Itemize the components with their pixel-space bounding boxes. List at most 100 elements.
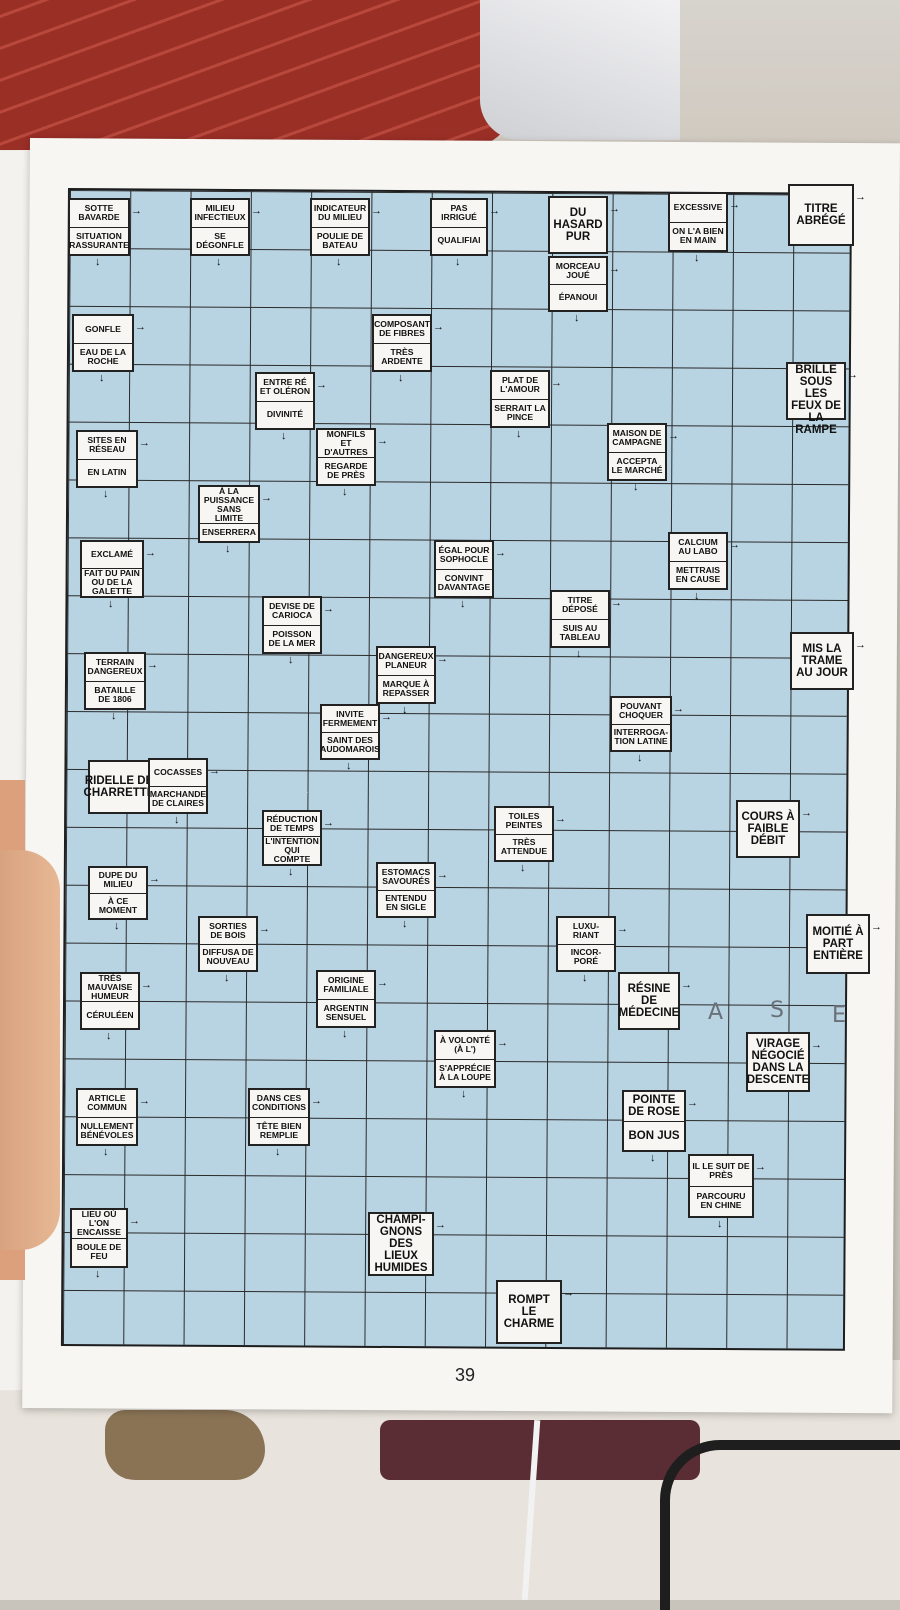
arrow-right-icon: →: [687, 1097, 698, 1109]
clue-box: TRÈS MAUVAISE HUMEUR CÉRULÉEN: [80, 972, 140, 1030]
clue-text: EN LATIN: [78, 458, 136, 487]
arrow-right-icon: →: [609, 203, 620, 215]
clue-text: MARCHANDE DE CLAIRES: [150, 785, 206, 813]
arrow-right-icon: →: [139, 1095, 150, 1107]
arrow-right-icon: →: [371, 205, 382, 217]
clue-text: SE DÉGONFLE: [192, 226, 248, 255]
clue-text: INVITE FERMEMENT: [322, 708, 378, 728]
clue-text: SERRAIT LA PINCE: [492, 398, 548, 427]
clue-text: COCASSES: [153, 767, 203, 778]
clue-text: MAISON DE CAMPAGNE: [612, 428, 662, 448]
arrow-down-icon: ↓: [225, 543, 231, 555]
arrow-right-icon: →: [381, 711, 392, 723]
arrow-down-icon: ↓: [342, 1028, 348, 1040]
clue-box: PLAT DE L'AMOUR SERRAIT LA PINCE: [490, 370, 550, 428]
clue-text: BATAILLE DE 1806: [86, 680, 144, 709]
arrow-right-icon: →: [437, 653, 448, 665]
bag: [380, 1420, 700, 1480]
arrow-right-icon: →: [555, 813, 566, 825]
clue-box: À LA PUISSANCE SANS LIMITE ENSERRERA: [198, 485, 260, 543]
clue-text: RIDELLE DE CHARRETTE: [83, 774, 155, 799]
clue-text: DIVINITÉ: [257, 400, 313, 429]
handwritten-letter: S: [770, 998, 784, 1023]
clue-box: MIS LA TRAME AU JOUR: [790, 632, 854, 690]
arrow-right-icon: →: [209, 765, 220, 777]
arrow-right-icon: →: [617, 923, 628, 935]
arrow-down-icon: ↓: [111, 710, 117, 722]
clue-text: RÉDUCTION DE TEMPS: [266, 813, 318, 833]
arrow-down-icon: ↓: [516, 428, 522, 440]
clue-text: À CE MOMENT: [90, 892, 146, 919]
clue-text: POUVANT CHOQUER: [619, 700, 663, 720]
thumb: [0, 850, 60, 1250]
clue-text: DANS CES CONDITIONS: [252, 1093, 306, 1113]
clue-text: ÉPANOUI: [550, 283, 606, 311]
clue-box: EXCLAMÉ FAIT DU PAIN OU DE LA GALETTE: [80, 540, 144, 598]
clue-text: SITUATION RASSURANTE: [69, 226, 129, 255]
clue-text: ENSERRERA: [200, 523, 258, 541]
clue-text: MARQUE À REPASSER: [378, 674, 434, 703]
arrow-down-icon: ↓: [576, 648, 582, 660]
arrow-right-icon: →: [377, 977, 388, 989]
clue-text: FAIT DU PAIN OU DE LA GALETTE: [82, 567, 142, 596]
clue-text: TÊTE BIEN REMPLIE: [250, 1116, 308, 1145]
shoe: [105, 1410, 265, 1480]
arrow-down-icon: ↓: [103, 1146, 109, 1158]
arrow-down-icon: ↓: [103, 488, 109, 500]
clue-text: SOTTE BAVARDE: [78, 203, 120, 223]
clue-box: MAISON DE CAMPAGNE ACCEPTA LE MARCHÉ: [607, 423, 667, 481]
arrow-right-icon: →: [323, 603, 334, 615]
clue-text: IL LE SUIT DE PRÈS: [692, 1160, 750, 1180]
arrow-down-icon: ↓: [224, 972, 230, 984]
clue-box: À VOLONTÉ (À L') S'APPRÉCIE À LA LOUPE: [434, 1030, 496, 1088]
clue-box: TERRAIN DANGEREUX BATAILLE DE 1806: [84, 652, 146, 710]
clue-text: ENTRE RÉ ET OLÉRON: [259, 377, 311, 397]
arrow-right-icon: →: [433, 321, 444, 333]
clue-text: DANGEREUX PLANEUR: [378, 651, 434, 671]
arrow-down-icon: ↓: [174, 814, 180, 826]
arrow-down-icon: ↓: [633, 481, 639, 493]
arrow-down-icon: ↓: [216, 256, 222, 268]
arrow-down-icon: ↓: [582, 972, 588, 984]
clue-box: ORIGINE FAMILIALE ARGENTIN SENSUEL: [316, 970, 376, 1028]
arrow-right-icon: →: [323, 817, 334, 829]
clue-box: EXCESSIVE ON L'A BIEN EN MAIN: [668, 192, 728, 252]
clue-text: À VOLONTÉ (À L'): [439, 1035, 491, 1055]
clue-box: MOITIÉ À PART ENTIÈRE: [806, 914, 870, 974]
clue-text: DU HASARD PUR: [553, 206, 603, 244]
clue-box: LIEU OÙ L'ON ENCAISSE BOULE DE FEU: [70, 1208, 128, 1268]
arrow-down-icon: ↓: [346, 760, 352, 772]
clue-box: DU HASARD PUR: [548, 196, 608, 254]
clue-text: SORTIES DE BOIS: [209, 920, 247, 940]
arrow-down-icon: ↓: [520, 862, 526, 874]
clue-text: ARGENTIN SENSUEL: [318, 998, 374, 1027]
clue-text: PAS IRRIGUÉ: [441, 203, 477, 223]
clue-box: INVITE FERMEMENT SAINT DES AUDOMAROIS: [320, 704, 380, 760]
arrow-down-icon: ↓: [694, 590, 700, 602]
arrow-down-icon: ↓: [637, 752, 643, 764]
arrow-right-icon: →: [377, 435, 388, 447]
arrow-down-icon: ↓: [95, 256, 101, 268]
clue-text: ÉGAL POUR SOPHOCLE: [438, 545, 490, 565]
clue-text: TRÈS ARDENTE: [374, 342, 430, 371]
arrow-right-icon: →: [611, 597, 622, 609]
clue-text: POINTE DE ROSE: [628, 1094, 680, 1119]
arrow-right-icon: →: [801, 807, 812, 819]
clue-box: DANGEREUX PLANEUR MARQUE À REPASSER: [376, 646, 436, 704]
clue-text: COMPOSANT DE FIBRES: [374, 319, 430, 339]
clue-box: POUVANT CHOQUER INTERROGA- TION LATINE: [610, 696, 672, 752]
arrow-right-icon: →: [261, 492, 272, 504]
clue-box: COCASSES MARCHANDE DE CLAIRES: [148, 758, 208, 814]
clue-box: SORTIES DE BOIS DIFFUSA DE NOUVEAU: [198, 916, 258, 972]
clue-box: ÉGAL POUR SOPHOCLE CONVINT DAVANTAGE: [434, 540, 494, 598]
clue-box: SITES EN RÉSEAU EN LATIN: [76, 430, 138, 488]
arrow-down-icon: ↓: [114, 920, 120, 932]
clue-text: SUIS AU TABLEAU: [552, 618, 608, 647]
clue-box: RÉSINE DE MÉDECINE: [618, 972, 680, 1030]
black-strap: [660, 1440, 900, 1610]
clue-text: DUPE DU MILIEU: [98, 870, 138, 890]
clue-text: REGARDE DE PRÈS: [318, 457, 374, 484]
arrow-down-icon: ↓: [402, 918, 408, 930]
arrow-down-icon: ↓: [461, 1088, 467, 1100]
clue-text: TITRE DÉPOSÉ: [562, 595, 598, 615]
